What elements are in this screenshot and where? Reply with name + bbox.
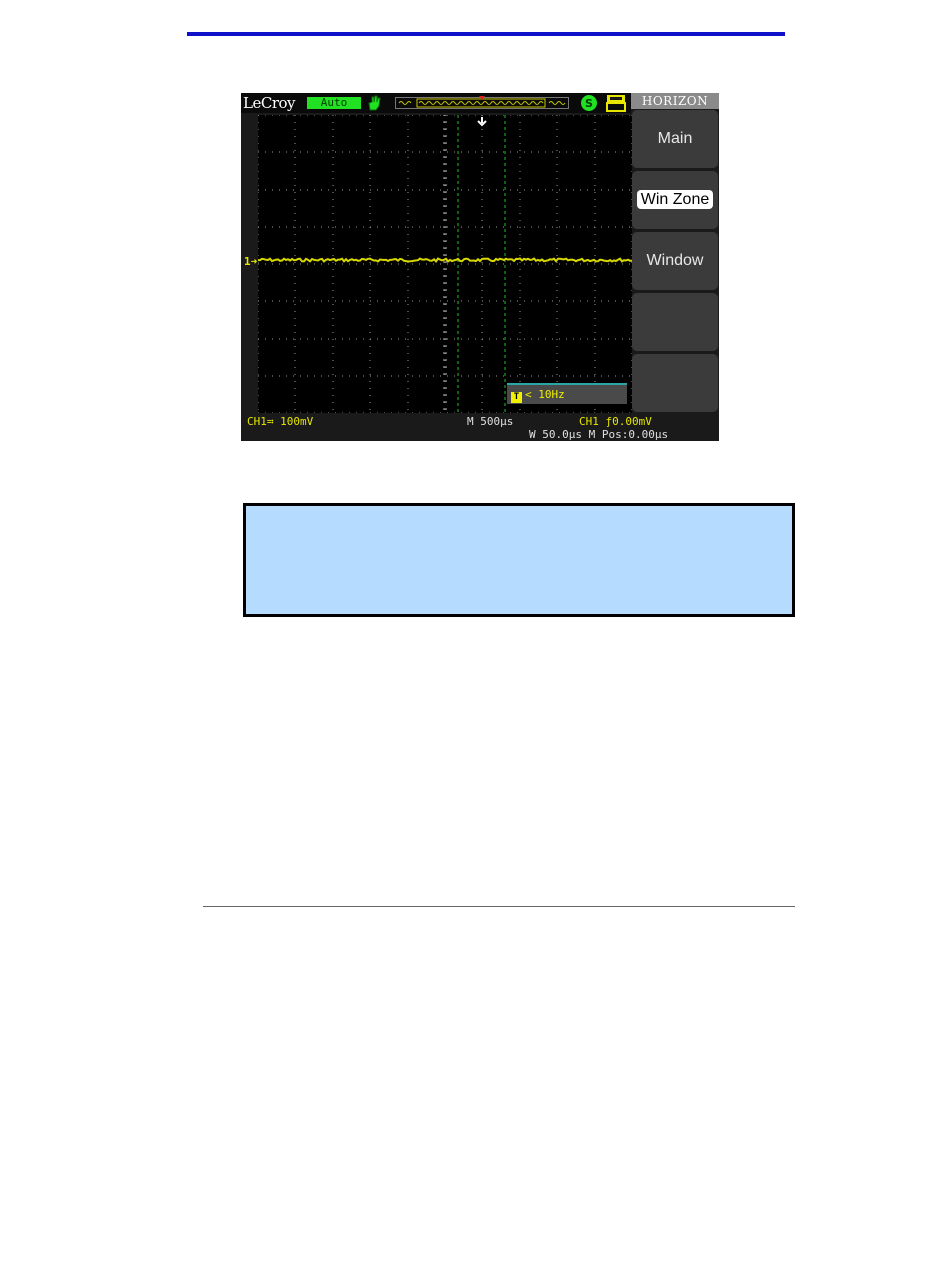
usb-icon (606, 95, 626, 112)
softkey-win-zone[interactable]: Win Zone (632, 171, 718, 229)
hand-icon (368, 95, 381, 111)
footer-rule (203, 906, 795, 907)
memory-bar-icon (395, 96, 569, 109)
trigger-mode-badge: Auto (307, 97, 361, 109)
softkey-empty-4[interactable] (632, 293, 718, 351)
softkey-window[interactable]: Window (632, 232, 718, 290)
window-readout: W 50.0μs M Pos:0.00μs (529, 428, 669, 441)
header-rule (187, 32, 785, 36)
softkey-main[interactable]: Main (632, 110, 718, 168)
waveform-grid (258, 115, 632, 413)
trigger-t-icon: T (511, 392, 522, 403)
timebase: M 500μs (467, 415, 514, 428)
status-footer: CH1≕ 100mV M 500μs CH1 ƒ0.00mV W 50.0μs … (241, 413, 719, 441)
svg-text:S: S (585, 97, 593, 110)
channel-marker: 1➜ (244, 255, 258, 268)
trigger-status-icon: S (581, 95, 597, 111)
status-bar: LeCroy Auto S (241, 93, 631, 113)
menu-title: HORIZON (631, 93, 719, 109)
brand-logo: LeCroy (243, 94, 296, 112)
softkey-empty-5[interactable] (632, 354, 718, 412)
channel-scale: CH1≕ 100mV (247, 415, 314, 428)
trigger-level: CH1 ƒ0.00mV (579, 415, 652, 428)
frequency-readout: T < 10Hz (507, 383, 627, 404)
oscilloscope-screen: LeCroy Auto S HORIZON 1➜ Main Win Zone W… (241, 93, 719, 441)
note-box (243, 503, 795, 617)
